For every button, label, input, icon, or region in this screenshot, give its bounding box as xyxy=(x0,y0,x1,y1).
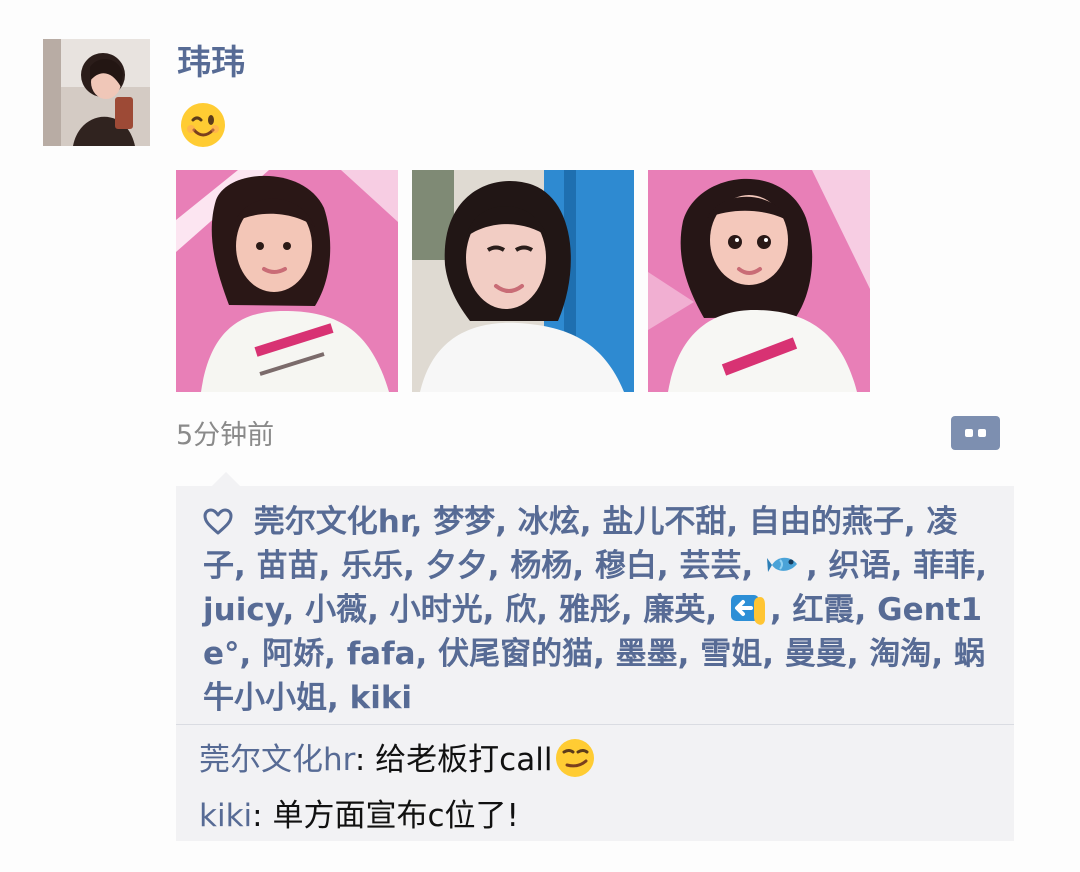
more-options-icon xyxy=(978,429,986,437)
comment-separator: : xyxy=(252,798,273,834)
like-name[interactable]: 杨杨 xyxy=(510,548,572,584)
heart-outline-icon xyxy=(203,504,233,535)
like-name[interactable]: 梦梦 xyxy=(433,504,495,540)
like-separator: , xyxy=(931,636,944,672)
like-separator: , xyxy=(726,504,739,540)
like-separator: , xyxy=(656,548,669,584)
like-name[interactable]: 红霞 xyxy=(793,592,855,628)
like-separator: , xyxy=(846,636,859,672)
more-options-button[interactable] xyxy=(951,416,1000,450)
photo-grid xyxy=(176,170,872,392)
comment-row[interactable]: 莞尔文化hr: 给老板打call xyxy=(199,732,999,788)
moment-post: 玮玮 5分钟前 莞尔文化hr, 梦梦, 冰炫, 盐儿不甜, 自由的燕子, 凌子,… xyxy=(0,0,1080,872)
like-separator: , xyxy=(327,680,339,716)
like-name[interactable]: 穆白 xyxy=(595,548,657,584)
like-name[interactable]: 欣 xyxy=(505,592,536,628)
likes-and-comments-panel: 莞尔文化hr, 梦梦, 冰炫, 盐儿不甜, 自由的燕子, 凌子, 苗苗, 乐乐,… xyxy=(176,472,1014,844)
like-separator: , xyxy=(415,636,428,672)
like-name[interactable]: 夕夕 xyxy=(426,548,488,584)
selfie-photo-icon[interactable] xyxy=(412,170,634,392)
like-name[interactable]: 菲菲 xyxy=(913,548,975,584)
like-name[interactable]: 盐儿不甜 xyxy=(602,504,726,540)
like-separator: , xyxy=(239,636,252,672)
like-name[interactable]: fafa xyxy=(347,636,416,672)
like-separator: , xyxy=(482,592,495,628)
selfie-photo-icon[interactable] xyxy=(648,170,870,392)
like-name[interactable]: 乐乐 xyxy=(341,548,403,584)
like-separator: , xyxy=(318,548,331,584)
like-separator: , xyxy=(282,592,295,628)
like-separator: , xyxy=(410,504,423,540)
like-name[interactable]: 小时光 xyxy=(390,592,483,628)
like-name[interactable]: 雅彤 xyxy=(559,592,621,628)
like-separator: , xyxy=(903,504,916,540)
comment-text: 单方面宣布c位了! xyxy=(272,798,519,834)
like-name[interactable]: 曼曼 xyxy=(785,636,847,672)
like-name[interactable]: 织语 xyxy=(829,548,891,584)
like-separator: , xyxy=(536,592,549,628)
like-name[interactable]: 廉英 xyxy=(643,592,705,628)
like-name[interactable]: 自由的燕子 xyxy=(749,504,904,540)
like-separator: , xyxy=(705,592,718,628)
more-options-icon xyxy=(965,429,973,437)
like-separator: , xyxy=(367,592,379,628)
like-separator: , xyxy=(890,548,903,584)
like-name[interactable]: 小薇 xyxy=(305,592,367,628)
like-name[interactable]: juicy xyxy=(203,592,283,628)
like-name[interactable]: 淘淘 xyxy=(869,636,931,672)
like-separator: , xyxy=(806,548,818,584)
like-separator: , xyxy=(677,636,690,672)
like-separator: , xyxy=(234,548,246,584)
like-separator: , xyxy=(620,592,633,628)
post-timestamp: 5分钟前 xyxy=(176,420,275,451)
like-separator: , xyxy=(762,636,775,672)
like-separator: , xyxy=(854,592,867,628)
left-arrow-pointing-down-hand-icon[interactable] xyxy=(730,589,768,627)
like-separator: , xyxy=(769,592,782,628)
like-name[interactable]: 阿娇 xyxy=(262,636,324,672)
comment-author[interactable]: kiki xyxy=(199,798,252,834)
like-name[interactable]: 墨墨 xyxy=(616,636,678,672)
like-name[interactable]: kiki xyxy=(350,680,412,716)
smirking-face-icon xyxy=(554,737,596,779)
fish-icon[interactable] xyxy=(766,545,804,583)
avatar[interactable] xyxy=(43,39,150,146)
comment-separator: : xyxy=(354,742,376,778)
comment-author[interactable]: 莞尔文化hr xyxy=(199,742,355,778)
like-separator: , xyxy=(975,548,987,584)
like-name[interactable]: 冰炫 xyxy=(518,504,580,540)
like-separator: , xyxy=(403,548,415,584)
like-name[interactable]: 雪姐 xyxy=(700,636,762,672)
like-name[interactable]: 莞尔文化hr xyxy=(254,504,411,540)
like-name[interactable]: 伏尾窗的猫 xyxy=(438,636,593,672)
selfie-photo-icon[interactable] xyxy=(176,170,398,392)
like-separator: , xyxy=(593,636,605,672)
like-separator: , xyxy=(495,504,507,540)
like-separator: , xyxy=(487,548,500,584)
comment-text: 给老板打call xyxy=(375,742,553,778)
comments-list: 莞尔文化hr: 给老板打call kiki: 单方面宣布c位了! xyxy=(199,732,999,844)
like-name[interactable]: 苗苗 xyxy=(257,548,319,584)
like-separator: , xyxy=(741,548,754,584)
post-author-name[interactable]: 玮玮 xyxy=(177,40,245,86)
winking-face-icon xyxy=(179,101,227,149)
like-separator: , xyxy=(572,548,585,584)
like-separator: , xyxy=(579,504,592,540)
like-name[interactable]: 芸芸 xyxy=(679,548,741,584)
like-separator: , xyxy=(324,636,336,672)
likes-comments-divider xyxy=(176,724,1014,725)
likes-list: 莞尔文化hr, 梦梦, 冰炫, 盐儿不甜, 自由的燕子, 凌子, 苗苗, 乐乐,… xyxy=(203,500,993,720)
comment-row[interactable]: kiki: 单方面宣布c位了! xyxy=(199,788,999,844)
